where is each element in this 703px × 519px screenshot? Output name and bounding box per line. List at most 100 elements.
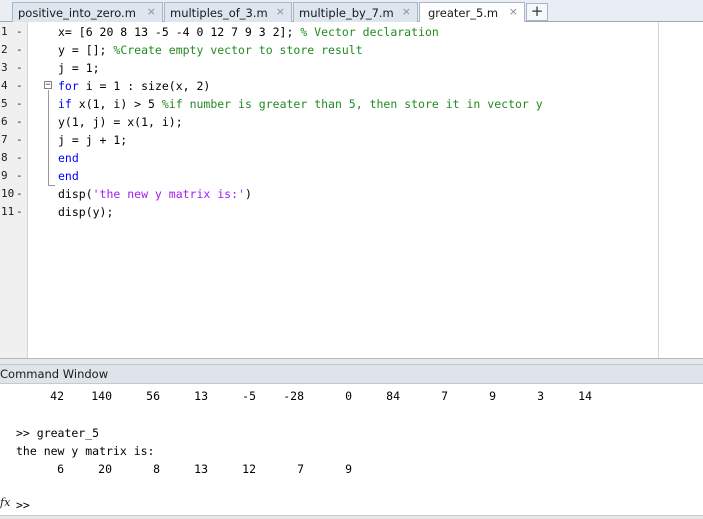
status-bar (0, 515, 703, 519)
output-value: 7 (441, 389, 448, 403)
command-history-line: >> greater_5 (16, 426, 100, 440)
breakpoint-marker[interactable]: - (16, 77, 23, 95)
code-text: x= [6 20 8 13 -5 -4 0 12 7 9 3 2]; (58, 25, 301, 39)
line-number: 5- (0, 95, 23, 113)
output-value: 20 (98, 462, 112, 476)
breakpoint-marker[interactable]: - (16, 185, 23, 203)
code-line[interactable]: y(1, j) = x(1, i); (58, 113, 183, 131)
breakpoint-marker[interactable]: - (16, 23, 23, 41)
tab-multiple-by-7[interactable]: multiple_by_7.m × (293, 2, 418, 22)
code-string: 'the new y matrix is:' (92, 187, 245, 201)
code-editor[interactable]: 1-2-3-4-5-6-7-8-9-10-11- x= [6 20 8 13 -… (0, 22, 703, 358)
line-number: 7- (0, 131, 23, 149)
code-line[interactable]: j = j + 1; (58, 131, 127, 149)
code-text: y(1, j) = x(1, i); (58, 115, 183, 129)
code-keyword: end (58, 151, 79, 165)
output-value: 42 (50, 389, 64, 403)
fold-guide (48, 90, 49, 186)
fold-guide-end (48, 185, 55, 186)
add-tab-button[interactable]: + (526, 3, 548, 21)
output-value: 56 (146, 389, 160, 403)
function-browser-icon[interactable]: fx (0, 496, 10, 509)
line-number: 3- (0, 59, 23, 77)
line-number-text: 3 (1, 61, 8, 74)
code-comment: % Vector declaration (300, 25, 439, 39)
tab-positive-into-zero[interactable]: positive_into_zero.m × (12, 2, 163, 22)
line-number: 2- (0, 41, 23, 59)
code-text: y = []; (58, 43, 114, 57)
code-text: x(1, i) > 5 (71, 97, 162, 111)
code-line[interactable]: disp(y); (58, 203, 113, 221)
breakpoint-marker[interactable]: - (16, 131, 23, 149)
code-text: disp(y); (58, 205, 114, 219)
code-text: j = j + 1; (58, 133, 128, 147)
breakpoint-marker[interactable]: - (16, 167, 23, 185)
code-line[interactable]: for i = 1 : size(x, 2) (58, 77, 210, 95)
breakpoint-marker[interactable]: - (16, 203, 23, 221)
line-number: 4- (0, 77, 23, 95)
output-value: 13 (194, 389, 208, 403)
editor-tab-bar: positive_into_zero.m × multiples_of_3.m … (0, 0, 703, 23)
output-value: 140 (91, 389, 112, 403)
code-text: ) (244, 187, 252, 201)
output-value: 9 (345, 462, 352, 476)
output-value: 84 (386, 389, 400, 403)
tab-label: multiple_by_7.m (299, 5, 394, 20)
close-icon[interactable]: × (276, 5, 285, 18)
command-prompt[interactable]: >> (16, 496, 30, 514)
breakpoint-marker[interactable]: - (16, 95, 23, 113)
command-window[interactable]: 42 140 56 13 -5 -28 0 84 7 9 3 14 >> greater_5 the … (0, 384, 703, 519)
tab-label: positive_into_zero.m (18, 5, 136, 20)
line-number: 1- (0, 23, 23, 41)
code-line[interactable]: j = 1; (58, 59, 100, 77)
output-value: 0 (345, 389, 352, 403)
code-line[interactable]: disp('the new y matrix is:') (58, 185, 252, 203)
code-comment: %if number is greater than 5, then store… (161, 97, 543, 111)
code-text: i = 1 : size(x, 2) (78, 79, 211, 93)
output-value: 14 (578, 389, 592, 403)
line-number: 10- (0, 185, 23, 203)
breakpoint-marker[interactable]: - (16, 59, 23, 77)
close-icon[interactable]: × (402, 5, 411, 18)
output-value: 8 (153, 462, 160, 476)
code-line[interactable]: if x(1, i) > 5 %if number is greater tha… (58, 95, 543, 113)
command-window-title: Command Window (0, 364, 703, 384)
tab-label: multiples_of_3.m (170, 5, 268, 20)
breakpoint-marker[interactable]: - (16, 149, 23, 167)
code-line[interactable]: end (58, 167, 79, 185)
line-number-text: 7 (1, 133, 8, 146)
output-value: 3 (537, 389, 544, 403)
right-margin-line (658, 22, 659, 358)
code-line[interactable]: end (58, 149, 79, 167)
tab-multiples-of-3[interactable]: multiples_of_3.m × (164, 2, 292, 22)
output-value: -28 (283, 389, 304, 403)
line-number-text: 1 (1, 25, 8, 38)
code-line[interactable]: y = []; %Create empty vector to store re… (58, 41, 363, 59)
output-value: 9 (489, 389, 496, 403)
output-value: 13 (194, 462, 208, 476)
close-icon[interactable]: × (509, 5, 518, 18)
code-comment: %Create empty vector to store result (113, 43, 363, 57)
breakpoint-marker[interactable]: - (16, 113, 23, 131)
line-number-text: 2 (1, 43, 8, 56)
code-keyword: for (58, 79, 79, 93)
code-text: disp( (58, 187, 93, 201)
code-line[interactable]: x= [6 20 8 13 -5 -4 0 12 7 9 3 2]; % Vec… (58, 23, 439, 41)
line-number: 8- (0, 149, 23, 167)
line-number: 6- (0, 113, 23, 131)
code-keyword: end (58, 169, 79, 183)
code-keyword: if (58, 97, 72, 111)
close-icon[interactable]: × (147, 5, 156, 18)
output-message: the new y matrix is: (16, 444, 155, 458)
line-number-text: 11 (1, 205, 15, 218)
breakpoint-marker[interactable]: - (16, 41, 23, 59)
output-value: -5 (242, 389, 256, 403)
output-value: 6 (57, 462, 64, 476)
fold-toggle-icon[interactable]: − (44, 81, 52, 90)
line-number-text: 5 (1, 97, 8, 110)
line-number-text: 8 (1, 151, 8, 164)
code-text: j = 1; (58, 61, 100, 75)
line-number-text: 10 (1, 187, 15, 200)
line-number-text: 9 (1, 169, 8, 182)
tab-greater-5[interactable]: greater_5.m × (419, 2, 525, 23)
